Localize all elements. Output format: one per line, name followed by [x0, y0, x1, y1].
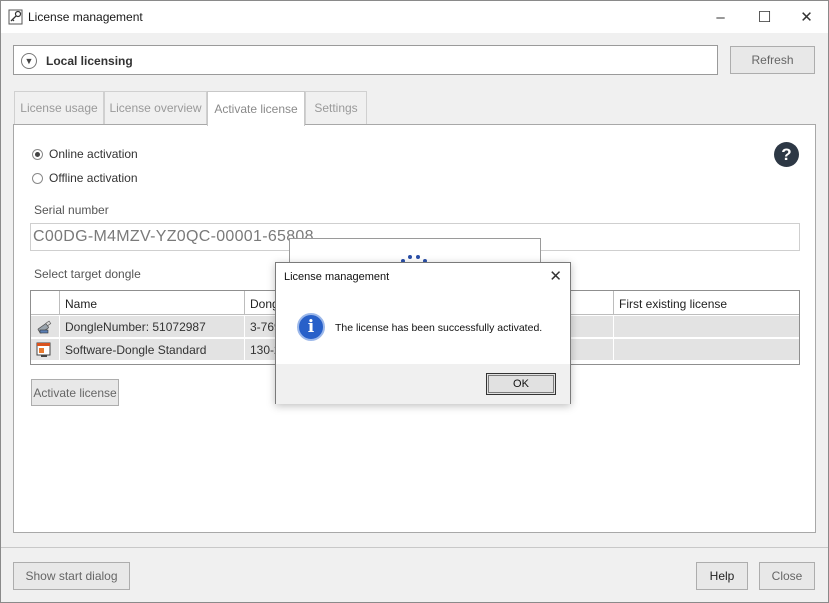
- refresh-button[interactable]: Refresh: [730, 46, 815, 74]
- first-license-cell: [613, 339, 799, 361]
- dongle-name-cell: Software-Dongle Standard: [59, 339, 244, 361]
- header-name[interactable]: Name: [59, 291, 244, 315]
- license-management-window: License management – ☐ ✕ ▼ Local licensi…: [0, 0, 829, 603]
- software-dongle-icon: [36, 342, 51, 357]
- close-window-button[interactable]: ✕: [784, 1, 829, 33]
- tab-activate-license[interactable]: Activate license: [207, 91, 305, 126]
- online-activation-option[interactable]: Online activation: [32, 147, 138, 161]
- offline-activation-option[interactable]: Offline activation: [32, 171, 138, 185]
- offline-activation-radio[interactable]: [32, 172, 43, 184]
- activate-license-button[interactable]: Activate license: [31, 379, 119, 406]
- info-icon: i: [297, 313, 325, 341]
- minimize-button[interactable]: –: [698, 1, 743, 33]
- select-dongle-label: Select target dongle: [34, 267, 141, 281]
- tab-settings[interactable]: Settings: [305, 91, 367, 124]
- busy-spinner-icon: [416, 255, 420, 259]
- dongle-icon: [37, 320, 52, 334]
- tab-license-overview[interactable]: License overview: [104, 91, 207, 124]
- tab-license-usage[interactable]: License usage: [14, 91, 104, 124]
- first-license-cell: [613, 316, 799, 338]
- busy-spinner-icon: [408, 255, 412, 259]
- chevron-down-icon[interactable]: ▼: [21, 53, 37, 69]
- dialog-message: The license has been successfully activa…: [335, 322, 543, 334]
- licensing-selector[interactable]: ▼ Local licensing: [13, 45, 718, 75]
- offline-activation-label: Offline activation: [49, 171, 138, 185]
- maximize-button[interactable]: ☐: [742, 1, 787, 33]
- show-start-dialog-button[interactable]: Show start dialog: [13, 562, 130, 590]
- dialog-footer: OK: [276, 364, 570, 404]
- serial-number-label: Serial number: [34, 203, 109, 217]
- close-button[interactable]: Close: [759, 562, 815, 590]
- dialog-close-icon[interactable]: ✕: [549, 267, 562, 285]
- title-bar: License management – ☐ ✕: [1, 1, 828, 33]
- licensing-label: Local licensing: [46, 54, 133, 68]
- dialog-title: License management: [284, 271, 390, 283]
- dongle-name-cell: DongleNumber: 51072987: [59, 316, 244, 338]
- ok-button[interactable]: OK: [486, 373, 556, 395]
- window-title: License management: [28, 10, 143, 24]
- header-first-existing-license[interactable]: First existing license: [613, 291, 799, 315]
- help-icon[interactable]: ?: [774, 142, 799, 167]
- help-button[interactable]: Help: [696, 562, 748, 590]
- online-activation-label: Online activation: [49, 147, 138, 161]
- key-icon: [8, 9, 23, 25]
- activation-success-dialog: License management ✕ i The license has b…: [275, 262, 571, 404]
- footer-divider: [1, 547, 828, 548]
- header-icon-column: [31, 291, 59, 315]
- online-activation-radio[interactable]: [32, 148, 43, 160]
